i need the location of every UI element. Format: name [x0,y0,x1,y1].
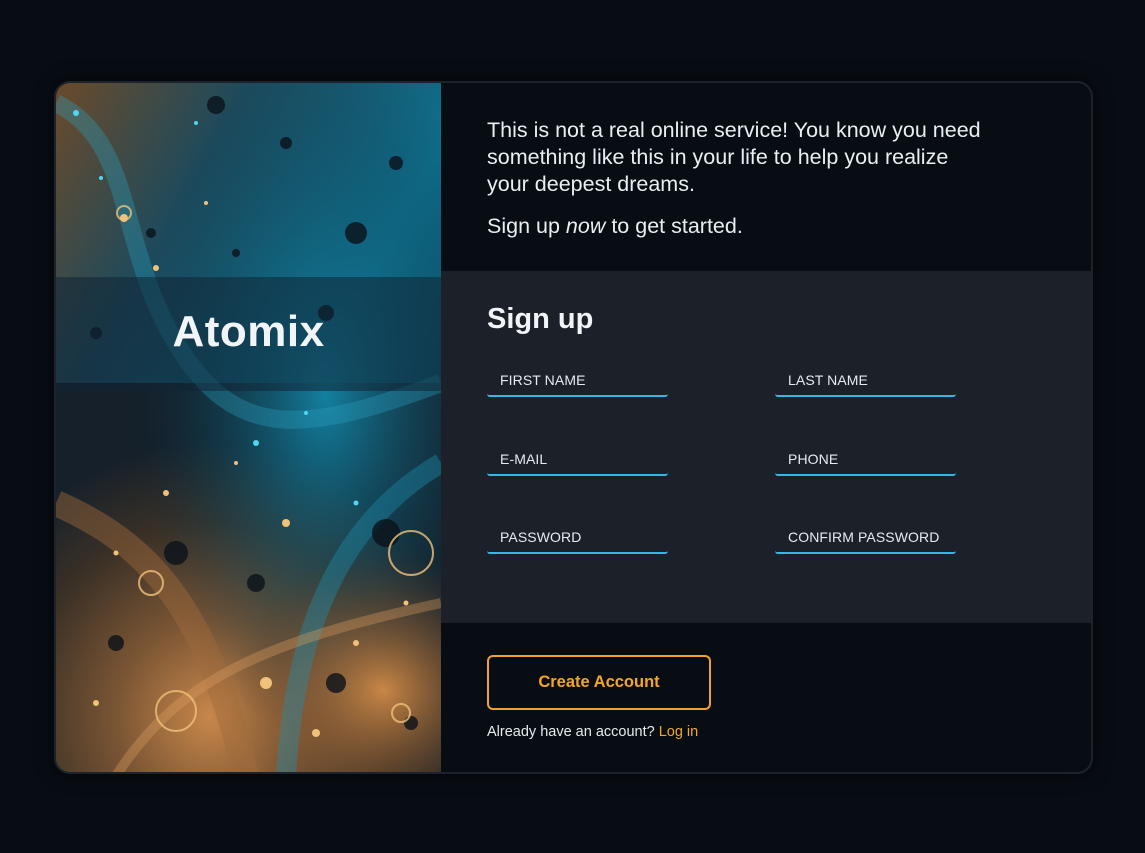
last-name-field[interactable]: LAST NAME [775,369,960,397]
password-label: PASSWORD [500,529,582,545]
email-field[interactable]: E-MAIL [487,448,672,476]
login-link[interactable]: Log in [659,724,699,740]
phone-label: PHONE [788,451,839,467]
intro-cta-before: Sign up [487,214,566,238]
intro-cta-after: to get started. [605,214,743,238]
form-actions: Create Account Already have an account? … [441,623,1091,772]
password-field[interactable]: PASSWORD [487,526,672,554]
brand-logo-text: Atomix [172,307,325,356]
last-name-label: LAST NAME [788,372,868,388]
confirm-password-field[interactable]: CONFIRM PASSWORD [775,526,960,554]
intro-cta-emphasis: now [565,214,606,238]
hero-artwork: Atomix [56,83,441,772]
intro-cta: Sign up now to get started. [487,213,987,240]
form-title: Sign up [487,303,594,335]
confirm-password-label: CONFIRM PASSWORD [788,529,940,545]
signup-form: Sign up FIRST NAME LAST NAME E-MAIL PHON… [441,271,1091,623]
signup-card: Atomix This is not a real online service… [54,81,1093,774]
create-account-button[interactable]: Create Account [487,655,711,710]
brand-banner: Atomix [56,277,441,391]
intro-description: This is not a real online service! You k… [487,118,981,196]
abstract-fluid-art-image [56,83,441,772]
intro-section: This is not a real online service! You k… [441,83,1091,271]
phone-field[interactable]: PHONE [775,448,960,476]
login-prompt-text: Already have an account? [487,724,655,740]
login-prompt: Already have an account? Log in [487,724,698,740]
email-label: E-MAIL [500,451,548,467]
first-name-label: FIRST NAME [500,372,586,388]
first-name-field[interactable]: FIRST NAME [487,369,672,397]
